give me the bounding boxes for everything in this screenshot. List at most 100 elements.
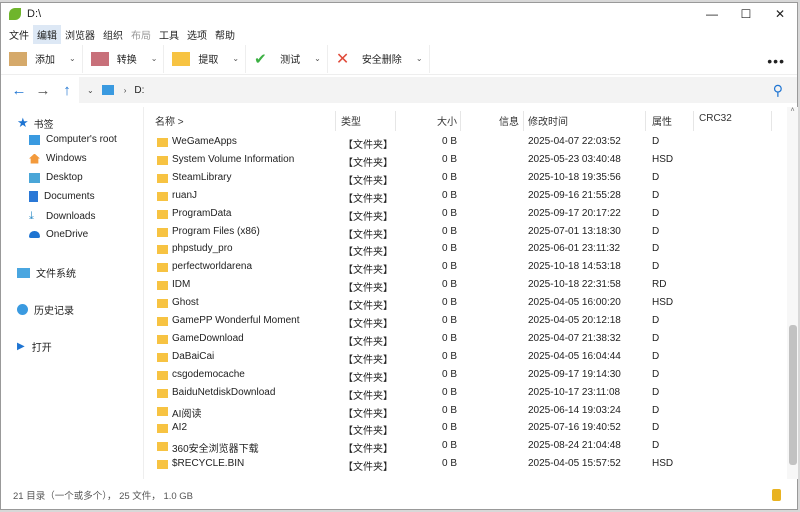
secure-delete-button[interactable]: ✕ 安全删除 ⌄: [336, 44, 430, 73]
chevron-down-icon[interactable]: ⌄: [69, 54, 76, 63]
sidebar-bookmarks[interactable]: ★ 书签: [17, 115, 54, 131]
table-row[interactable]: Ghost 【文件夹】 0 B 2025-04-05 16:00:20 HSD: [145, 294, 786, 312]
convert-button[interactable]: 转换 ⌄: [90, 44, 165, 73]
scrollbar-thumb[interactable]: [789, 325, 797, 465]
table-row[interactable]: ProgramData 【文件夹】 0 B 2025-09-17 20:17:2…: [145, 205, 786, 223]
menu-tools[interactable]: 工具: [155, 25, 183, 44]
column-divider[interactable]: [395, 111, 396, 131]
more-options-button[interactable]: •••: [767, 53, 785, 69]
column-name[interactable]: 名称 >: [155, 113, 184, 129]
table-row[interactable]: 360安全浏览器下载 【文件夹】 0 B 2025-08-24 21:04:48…: [145, 437, 786, 455]
table-row[interactable]: GamePP Wonderful Moment 【文件夹】 0 B 2025-0…: [145, 312, 786, 330]
column-divider[interactable]: [645, 111, 646, 131]
scroll-up-icon[interactable]: ˄: [787, 107, 798, 114]
menu-options[interactable]: 选项: [183, 25, 211, 44]
sidebar-item-onedrive[interactable]: OneDrive: [29, 229, 88, 240]
column-info[interactable]: 信息: [499, 113, 519, 129]
minimize-button[interactable]: —: [695, 3, 729, 25]
column-type[interactable]: 类型: [341, 113, 361, 129]
table-row[interactable]: IDM 【文件夹】 0 B 2025-10-18 22:31:58 RD: [145, 276, 786, 294]
play-icon: ▶: [17, 341, 25, 352]
file-type: 【文件夹】: [343, 193, 393, 205]
file-name: GameDownload: [172, 332, 244, 344]
search-icon[interactable]: ⚲: [773, 82, 783, 99]
table-row[interactable]: $RECYCLE.BIN 【文件夹】 0 B 2025-04-05 15:57:…: [145, 455, 786, 473]
column-divider[interactable]: [523, 111, 524, 131]
up-button[interactable]: ↑: [55, 82, 79, 99]
sidebar-open[interactable]: ▶ 打开: [17, 339, 52, 354]
menu-layout[interactable]: 布局: [127, 25, 155, 44]
file-type: 【文件夹】: [343, 426, 393, 438]
column-modified[interactable]: 修改时间: [528, 113, 568, 129]
file-type: 【文件夹】: [343, 157, 393, 169]
menu-edit[interactable]: 编辑: [33, 24, 61, 44]
box-icon: [9, 51, 27, 66]
table-row[interactable]: perfectworldarena 【文件夹】 0 B 2025-10-18 1…: [145, 258, 786, 276]
sidebar-item-desktop[interactable]: Desktop: [29, 172, 83, 183]
table-row[interactable]: DaBaiCai 【文件夹】 0 B 2025-04-05 16:04:44 D: [145, 348, 786, 366]
table-row[interactable]: phpstudy_pro 【文件夹】 0 B 2025-06-01 23:11:…: [145, 240, 786, 258]
forward-button[interactable]: →: [31, 82, 55, 99]
chevron-down-icon[interactable]: ⌄: [416, 54, 423, 63]
chevron-down-icon[interactable]: ⌄: [151, 54, 158, 63]
table-row[interactable]: AI2 【文件夹】 0 B 2025-07-16 19:40:52 D: [145, 419, 786, 437]
column-divider[interactable]: [771, 111, 772, 131]
menu-browser[interactable]: 浏览器: [61, 25, 99, 44]
table-row[interactable]: System Volume Information 【文件夹】 0 B 2025…: [145, 151, 786, 169]
history-dropdown-icon[interactable]: ⌄: [87, 86, 94, 95]
file-modified: 2025-04-05 16:00:20: [528, 297, 621, 309]
add-button[interactable]: 添加 ⌄: [9, 44, 83, 73]
close-button[interactable]: ✕: [763, 3, 797, 25]
folder-icon: [157, 263, 168, 273]
file-type: 【文件夹】: [343, 229, 393, 241]
sidebar-item-computer-root[interactable]: Computer's root: [29, 134, 117, 145]
column-crc32[interactable]: CRC32: [699, 113, 732, 129]
column-divider[interactable]: [335, 111, 336, 131]
file-attributes: D: [652, 368, 660, 380]
sidebar-item-downloads[interactable]: ⤓ Downloads: [29, 210, 95, 223]
menu-organize[interactable]: 组织: [99, 25, 127, 44]
table-row[interactable]: GameDownload 【文件夹】 0 B 2025-04-07 21:38:…: [145, 330, 786, 348]
chevron-down-icon[interactable]: ⌄: [232, 54, 239, 63]
convert-icon: [90, 51, 109, 66]
table-row[interactable]: csgodemocache 【文件夹】 0 B 2025-09-17 19:14…: [145, 366, 786, 384]
table-row[interactable]: AI阅读 【文件夹】 0 B 2025-06-14 19:03:24 D: [145, 402, 786, 420]
column-attributes[interactable]: 属性: [652, 113, 672, 129]
file-type: 【文件夹】: [343, 336, 393, 348]
path-segment[interactable]: D:: [134, 85, 144, 96]
star-icon: ★: [17, 115, 29, 130]
folder-icon: [157, 424, 168, 434]
path-separator[interactable]: ›: [124, 86, 127, 95]
file-size: 0 B: [441, 350, 457, 362]
file-attributes: RD: [652, 279, 667, 291]
file-type: 【文件夹】: [343, 354, 393, 366]
file-type: 【文件夹】: [343, 319, 393, 330]
table-row[interactable]: WeGameApps 【文件夹】 0 B 2025-04-07 22:03:52…: [145, 133, 786, 151]
sidebar-item-documents[interactable]: Documents: [29, 191, 95, 202]
column-divider[interactable]: [693, 111, 694, 131]
menu-help[interactable]: 帮助: [211, 25, 239, 44]
file-modified: 2025-10-17 23:11:08: [528, 386, 621, 398]
table-row[interactable]: Program Files (x86) 【文件夹】 0 B 2025-07-01…: [145, 223, 786, 241]
check-icon: ✔: [254, 50, 267, 68]
chevron-down-icon[interactable]: ⌄: [314, 54, 321, 63]
vertical-scrollbar[interactable]: ˄: [787, 107, 798, 479]
file-attributes: D: [652, 386, 660, 398]
file-name: DaBaiCai: [172, 350, 215, 362]
back-button[interactable]: ←: [7, 82, 31, 99]
table-row[interactable]: SteamLibrary 【文件夹】 0 B 2025-10-18 19:35:…: [145, 169, 786, 187]
menu-file[interactable]: 文件: [5, 25, 33, 44]
sidebar-history[interactable]: 历史记录: [17, 302, 74, 317]
lock-icon[interactable]: [772, 489, 781, 501]
maximize-button[interactable]: ☐: [729, 3, 763, 25]
test-button[interactable]: ✔ 测试 ⌄: [254, 44, 328, 73]
extract-button[interactable]: 提取 ⌄: [172, 44, 247, 73]
column-size[interactable]: 大小: [437, 113, 457, 129]
table-row[interactable]: BaiduNetdiskDownload 【文件夹】 0 B 2025-10-1…: [145, 384, 786, 402]
column-divider[interactable]: [460, 111, 461, 131]
path-box[interactable]: ⌄ › D: ⚲: [79, 77, 797, 103]
file-name: GamePP Wonderful Moment: [172, 315, 300, 326]
table-row[interactable]: ruanJ 【文件夹】 0 B 2025-09-16 21:55:28 D: [145, 187, 786, 205]
sidebar-filesystem[interactable]: 文件系统: [17, 265, 76, 280]
sidebar-item-windows[interactable]: Windows: [29, 153, 87, 164]
